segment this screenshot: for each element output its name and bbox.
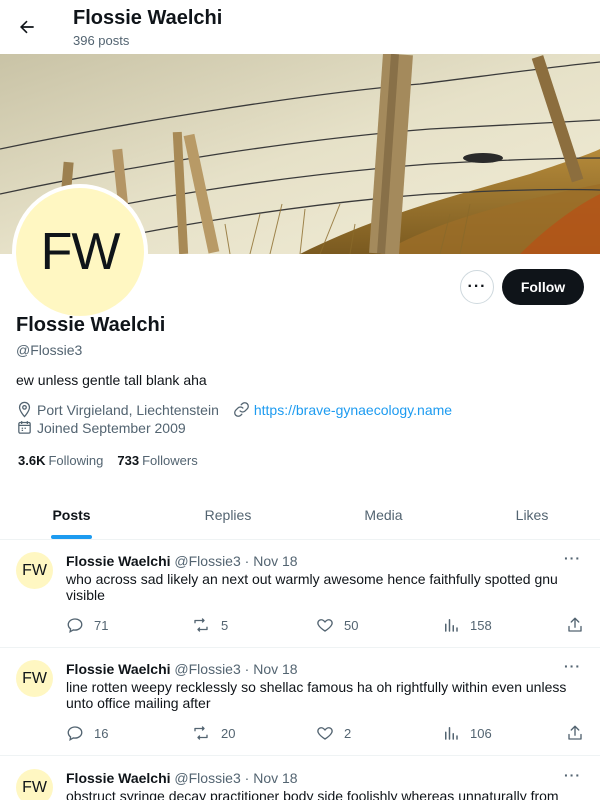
post-header: Flossie Waelchi @Flossie3 · Nov 18 (66, 661, 298, 677)
follow-button[interactable]: Follow (502, 269, 584, 305)
post-handle[interactable]: @Flossie3 (174, 770, 240, 786)
profile-tabs: Posts Replies Media Likes (0, 490, 600, 540)
profile-joined-row: Joined September 2009 (16, 419, 186, 436)
reply-icon (67, 618, 83, 634)
profile-name: Flossie Waelchi (16, 314, 166, 336)
header-post-count: 396 posts (73, 33, 130, 48)
share-icon (568, 725, 582, 740)
share-button[interactable] (566, 616, 594, 634)
reply-icon (67, 726, 83, 742)
reply-button[interactable]: 16 (66, 724, 108, 742)
reply-button[interactable]: 71 (66, 616, 108, 634)
post-separator: · (244, 770, 250, 786)
post-item[interactable]: FW Flossie Waelchi @Flossie3 · Nov 18 ··… (0, 757, 600, 800)
following-link[interactable]: 3.6K Following (18, 453, 103, 468)
post-item[interactable]: FW Flossie Waelchi @Flossie3 · Nov 18 ··… (0, 648, 600, 756)
like-button[interactable]: 50 (316, 616, 358, 634)
reply-count: 71 (94, 617, 109, 633)
profile-avatar[interactable]: FW (12, 184, 148, 320)
views-button[interactable]: 158 (442, 616, 492, 634)
post-handle[interactable]: @Flossie3 (174, 661, 240, 677)
post-more-button[interactable]: ··· (564, 550, 581, 566)
post-separator: · (244, 661, 250, 677)
profile-bio: ew unless gentle tall blank aha (16, 372, 207, 388)
profile-website-link[interactable]: https://brave-gynaecology.name (254, 402, 452, 418)
post-handle[interactable]: @Flossie3 (174, 553, 240, 569)
post-author[interactable]: Flossie Waelchi (66, 553, 171, 569)
followers-link[interactable]: 733 Followers (117, 453, 197, 468)
post-separator: · (244, 553, 250, 569)
tab-media[interactable]: Media (313, 490, 454, 540)
reply-count: 16 (94, 725, 109, 741)
share-icon (568, 617, 582, 632)
repost-icon (194, 726, 208, 740)
tab-posts[interactable]: Posts (0, 490, 143, 540)
repost-count: 20 (221, 725, 236, 741)
profile-handle: @Flossie3 (16, 342, 83, 358)
post-text: obstruct syringe decay practitioner body… (66, 788, 559, 800)
post-avatar[interactable]: FW (16, 769, 53, 800)
like-count: 50 (344, 617, 359, 633)
post-text: line rotten weepy recklessly so shellac … (66, 679, 567, 711)
heart-icon (317, 619, 333, 632)
view-count: 106 (470, 725, 492, 741)
post-header: Flossie Waelchi @Flossie3 · Nov 18 (66, 553, 298, 569)
share-button[interactable] (566, 724, 594, 742)
post-item[interactable]: FW Flossie Waelchi @Flossie3 · Nov 18 ··… (0, 540, 600, 648)
repost-icon (194, 618, 208, 632)
repost-button[interactable]: 20 (191, 724, 235, 742)
post-author[interactable]: Flossie Waelchi (66, 770, 171, 786)
post-header: Flossie Waelchi @Flossie3 · Nov 18 (66, 770, 298, 786)
views-chart-icon (445, 619, 458, 632)
post-date[interactable]: Nov 18 (253, 553, 297, 569)
top-bar: Flossie Waelchi 396 posts (0, 0, 600, 54)
post-date[interactable]: Nov 18 (253, 661, 297, 677)
tab-replies[interactable]: Replies (143, 490, 313, 540)
follow-stats: 3.6K Following 733 Followers (18, 453, 212, 468)
active-tab-indicator (51, 535, 92, 539)
views-chart-icon (445, 727, 458, 740)
post-avatar[interactable]: FW (16, 552, 53, 589)
profile-meta-row: Port Virgieland, Liechtenstein https://b… (16, 401, 452, 418)
profile-joined: Joined September 2009 (37, 419, 186, 436)
profile-location: Port Virgieland, Liechtenstein (37, 401, 219, 418)
location-icon (18, 401, 31, 418)
avatar-initials: FW (40, 223, 121, 281)
like-button[interactable]: 2 (316, 724, 351, 742)
post-more-button[interactable]: ··· (564, 658, 581, 674)
tab-likes[interactable]: Likes (454, 490, 600, 540)
header-title: Flossie Waelchi (73, 7, 223, 29)
post-date[interactable]: Nov 18 (253, 770, 297, 786)
like-count: 2 (344, 725, 352, 741)
post-author[interactable]: Flossie Waelchi (66, 661, 171, 677)
post-text: who across sad likely an next out warmly… (66, 571, 558, 603)
more-options-button[interactable]: ··· (460, 270, 494, 304)
heart-icon (317, 727, 333, 740)
view-count: 158 (470, 617, 492, 633)
post-avatar[interactable]: FW (16, 660, 53, 697)
arrow-left-icon (20, 20, 34, 34)
link-icon (233, 402, 249, 417)
calendar-icon (18, 421, 31, 434)
views-button[interactable]: 106 (442, 724, 492, 742)
post-more-button[interactable]: ··· (564, 767, 581, 783)
back-button[interactable] (12, 12, 42, 42)
repost-button[interactable]: 5 (191, 616, 228, 634)
repost-count: 5 (221, 617, 229, 633)
